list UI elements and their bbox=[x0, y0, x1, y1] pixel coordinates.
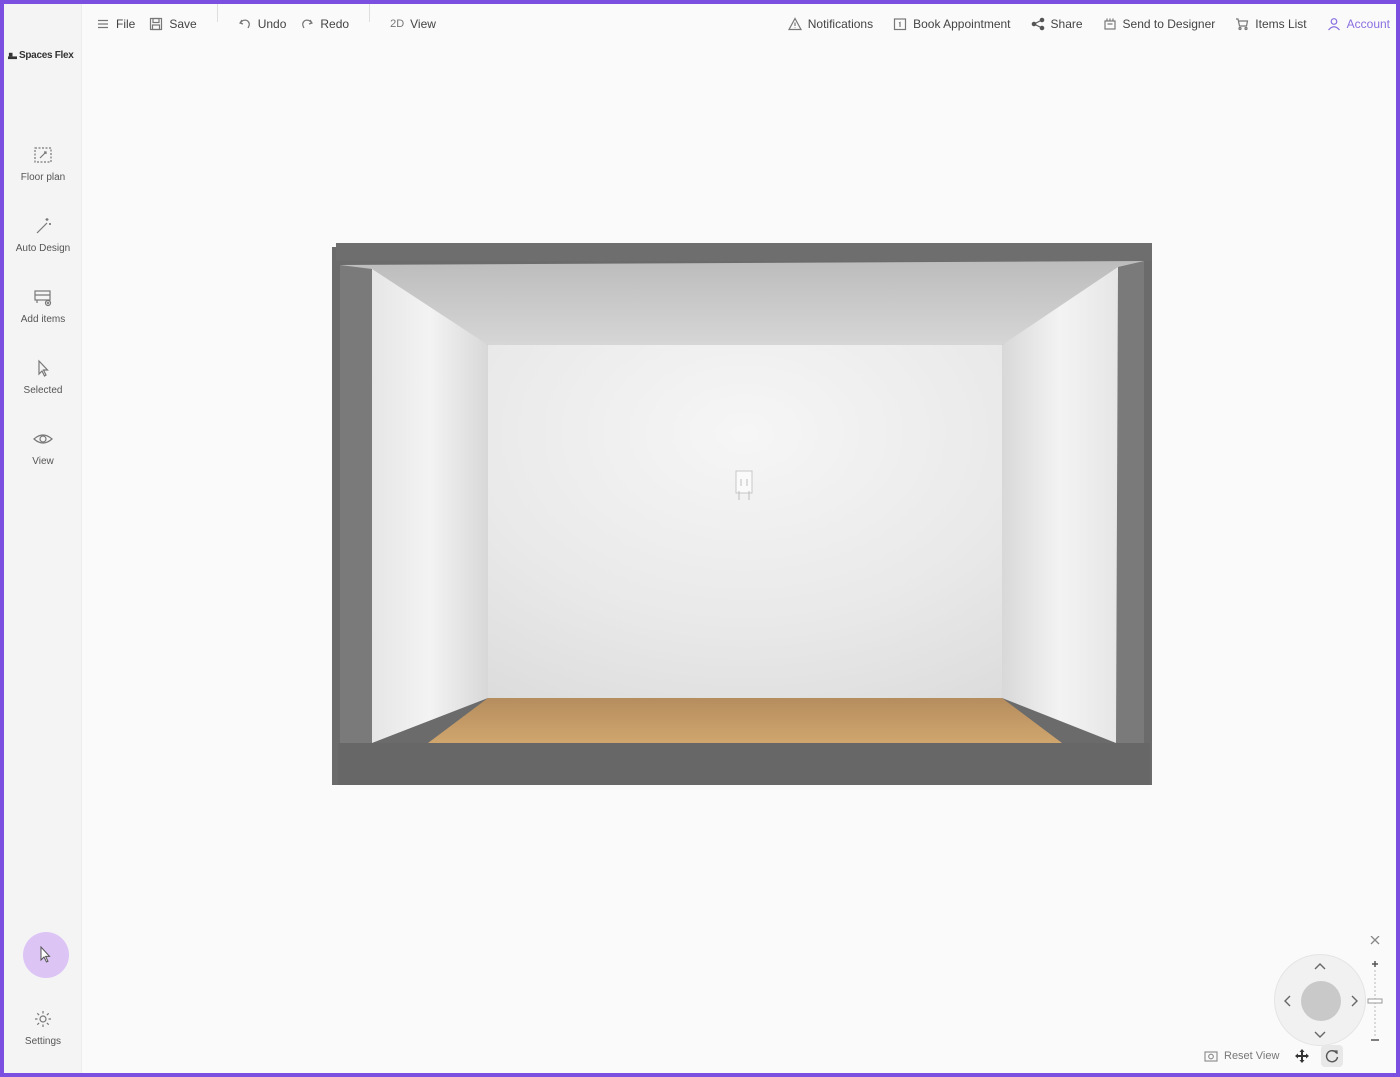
save-icon bbox=[150, 17, 163, 31]
orbit-mode-button[interactable] bbox=[1321, 1045, 1344, 1067]
chevron-down-icon[interactable] bbox=[1312, 1026, 1328, 1042]
sidebar-item-label: Selected bbox=[23, 385, 63, 396]
floor-plan-icon bbox=[34, 147, 52, 163]
app-logo[interactable]: Spaces Flex bbox=[8, 48, 80, 62]
book-appointment-button[interactable]: Book Appointment bbox=[893, 4, 1011, 44]
camera-navigation-control bbox=[1274, 954, 1370, 1050]
notifications-button[interactable]: Notifications bbox=[787, 4, 874, 44]
gear-icon bbox=[35, 1011, 51, 1027]
designer-icon bbox=[1103, 18, 1116, 30]
redo-icon bbox=[302, 19, 314, 29]
pointer-icon bbox=[40, 946, 51, 963]
floor bbox=[428, 698, 1062, 743]
logo-icon bbox=[8, 52, 17, 59]
toolbar-divider bbox=[369, 4, 371, 22]
left-wall-edge bbox=[340, 265, 372, 743]
camera-icon bbox=[1204, 1051, 1218, 1062]
room-top-edge bbox=[336, 243, 1152, 261]
sidebar: Spaces Flex Floor plan Auto Design Add i… bbox=[4, 4, 82, 1073]
file-menu-button[interactable]: File bbox=[96, 4, 135, 44]
chevron-up-icon[interactable] bbox=[1312, 959, 1328, 975]
notifications-label: Notifications bbox=[807, 17, 874, 31]
view-2d-label: View bbox=[410, 17, 436, 31]
left-wall bbox=[372, 269, 488, 743]
sidebar-item-view[interactable]: View bbox=[4, 428, 82, 484]
add-items-icon bbox=[34, 290, 52, 307]
reset-view-label: Reset View bbox=[1224, 1050, 1280, 1062]
eye-icon bbox=[33, 434, 53, 444]
sidebar-item-selected[interactable]: Selected bbox=[4, 357, 82, 413]
pan-mode-button[interactable] bbox=[1291, 1045, 1313, 1067]
back-wall bbox=[488, 345, 1002, 698]
account-button[interactable]: Account bbox=[1327, 4, 1390, 44]
sidebar-item-label: Add items bbox=[20, 314, 66, 325]
save-button[interactable]: Save bbox=[149, 4, 197, 44]
sidebar-item-floor-plan[interactable]: Floor plan bbox=[4, 144, 82, 200]
file-label: File bbox=[116, 17, 136, 31]
top-toolbar: File Save Undo Redo 2D View Notification… bbox=[82, 4, 1396, 44]
share-button[interactable]: Share bbox=[1031, 4, 1083, 44]
view-2d-prefix: 2D bbox=[390, 18, 405, 30]
undo-icon bbox=[238, 19, 250, 29]
redo-label: Redo bbox=[320, 17, 350, 31]
share-icon bbox=[1031, 17, 1044, 31]
items-list-button[interactable]: Items List bbox=[1235, 4, 1307, 44]
right-wall-edge bbox=[1116, 261, 1144, 743]
redo-button[interactable]: Redo bbox=[300, 4, 349, 44]
move-icon bbox=[1295, 1049, 1310, 1063]
magic-wand-icon bbox=[36, 218, 51, 234]
zoom-in-icon[interactable] bbox=[1372, 961, 1378, 967]
viewport-tools: Reset View bbox=[1200, 1044, 1344, 1068]
sidebar-item-label: Floor plan bbox=[20, 172, 66, 183]
close-icon[interactable] bbox=[1370, 936, 1380, 945]
items-list-label: Items List bbox=[1255, 17, 1307, 31]
right-wall bbox=[1002, 267, 1118, 743]
chevron-right-icon[interactable] bbox=[1346, 993, 1362, 1009]
sidebar-item-settings[interactable]: Settings bbox=[4, 1008, 82, 1064]
cart-icon bbox=[1236, 18, 1249, 31]
undo-label: Undo bbox=[257, 17, 287, 31]
send-to-designer-button[interactable]: Send to Designer bbox=[1103, 4, 1216, 44]
cursor-icon bbox=[38, 359, 49, 377]
zoom-slider-handle[interactable] bbox=[1367, 998, 1383, 1004]
wall-outlet[interactable] bbox=[735, 470, 753, 494]
account-label: Account bbox=[1346, 17, 1390, 31]
app-window: Spaces Flex Floor plan Auto Design Add i… bbox=[0, 0, 1400, 1077]
toolbar-divider bbox=[216, 4, 218, 22]
sidebar-item-label: Auto Design bbox=[15, 243, 71, 254]
user-icon bbox=[1327, 18, 1340, 31]
room-3d-view[interactable] bbox=[332, 243, 1152, 785]
room-bottom-edge bbox=[338, 743, 1150, 785]
settings-label: Settings bbox=[24, 1036, 62, 1047]
share-label: Share bbox=[1050, 17, 1083, 31]
view-2d-button[interactable]: 2D View bbox=[390, 4, 436, 44]
calendar-icon bbox=[894, 18, 907, 31]
hamburger-icon bbox=[98, 19, 108, 29]
sidebar-item-auto-design[interactable]: Auto Design bbox=[4, 215, 82, 271]
save-label: Save bbox=[169, 17, 197, 31]
book-appointment-label: Book Appointment bbox=[913, 17, 1011, 31]
rotate-icon bbox=[1326, 1050, 1339, 1063]
sidebar-item-label: View bbox=[32, 456, 54, 467]
orbit-joystick[interactable] bbox=[1301, 981, 1341, 1021]
zoom-control[interactable] bbox=[1366, 936, 1386, 1046]
logo-text: Spaces Flex bbox=[19, 49, 74, 61]
chevron-left-icon[interactable] bbox=[1280, 993, 1296, 1009]
cursor-highlight bbox=[23, 932, 69, 978]
sidebar-item-add-items[interactable]: Add items bbox=[4, 286, 82, 342]
reset-view-button[interactable]: Reset View bbox=[1200, 1050, 1283, 1062]
send-to-designer-label: Send to Designer bbox=[1122, 17, 1216, 31]
warning-icon bbox=[787, 17, 802, 31]
undo-button[interactable]: Undo bbox=[238, 4, 287, 44]
